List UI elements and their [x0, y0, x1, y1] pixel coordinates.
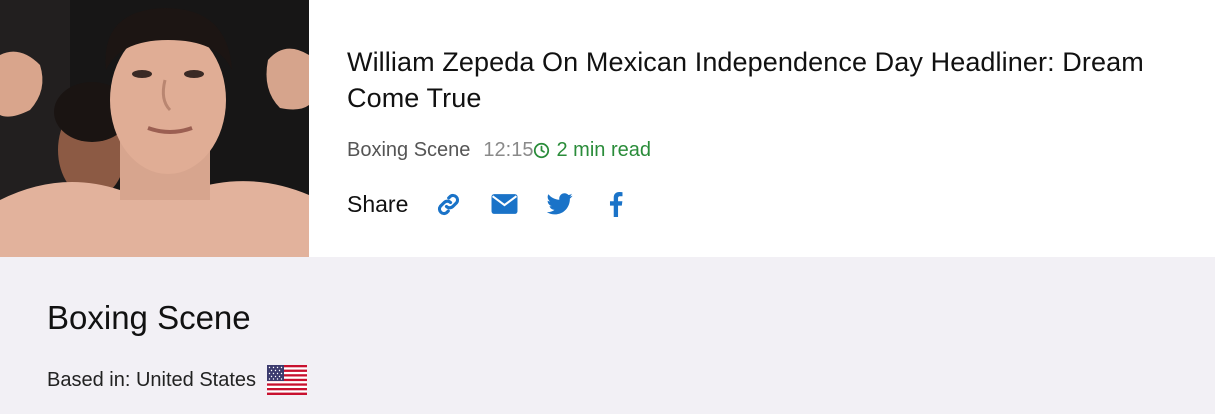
source-info-panel: Boxing Scene Based in: United States	[0, 257, 1215, 414]
article-headline[interactable]: William Zepeda On Mexican Independence D…	[347, 44, 1187, 116]
source-title: Boxing Scene	[47, 299, 251, 336]
twitter-icon	[547, 193, 573, 215]
article-time: 12:15	[483, 138, 534, 161]
article-source[interactable]: Boxing Scene	[347, 139, 470, 162]
read-time-label: 2 min read	[556, 138, 651, 161]
read-time: 2 min read	[533, 139, 651, 162]
article-card: William Zepeda On Mexican Independence D…	[0, 0, 1215, 257]
based-in-row: Based in: United States	[47, 365, 308, 395]
article-meta: Boxing Scene 12:15 2 min read	[347, 137, 651, 163]
share-facebook-button[interactable]	[598, 186, 634, 222]
facebook-icon	[610, 191, 623, 217]
based-in-label: Based in: United States	[47, 368, 257, 391]
boxer-photo-image	[0, 0, 309, 257]
article-content: William Zepeda On Mexican Independence D…	[347, 44, 1187, 116]
us-flag-icon	[267, 365, 308, 395]
link-icon	[437, 193, 459, 215]
clock-icon	[534, 142, 550, 158]
share-link-button[interactable]	[430, 186, 466, 222]
article-thumbnail[interactable]	[0, 0, 309, 257]
share-bar: Share	[347, 186, 654, 222]
envelope-icon	[491, 194, 518, 214]
share-email-button[interactable]	[486, 186, 522, 222]
share-label: Share	[347, 190, 409, 217]
share-twitter-button[interactable]	[542, 186, 578, 222]
